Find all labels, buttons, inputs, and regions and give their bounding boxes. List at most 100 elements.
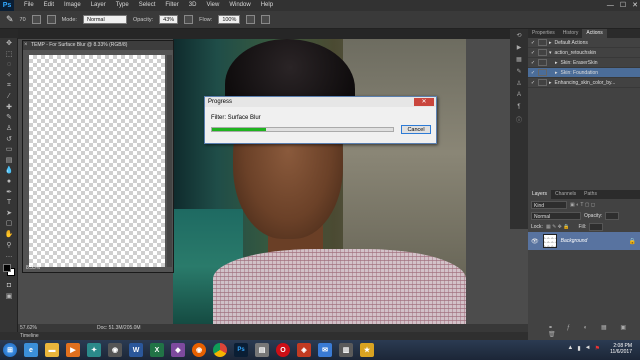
mode-select[interactable]: Normal [82,15,127,24]
app-icon[interactable]: ✉ [318,343,332,357]
maximize-button[interactable]: ☐ [620,0,626,11]
color-swatch-icon[interactable] [0,260,18,280]
action-foundation[interactable]: ✓ ▸ Skin: Foundation [528,68,640,78]
timeline-panel-tab[interactable]: Timeline [0,332,528,340]
marquee-tool-icon[interactable]: ⬚ [0,49,18,60]
actions-icon[interactable]: ▶ [510,41,528,53]
opacity-field[interactable]: 43% [159,15,179,24]
tab-actions[interactable]: Actions [582,29,607,38]
gradient-tool-icon[interactable]: ▤ [0,155,18,166]
ie-icon[interactable]: e [24,343,38,357]
action-set-enhancing[interactable]: ✓ ▸ Enhancing_skin_color_by... [528,78,640,88]
brush-tool-icon[interactable]: ✎ [0,112,18,123]
pressure-size-icon[interactable] [261,15,271,24]
menu-edit[interactable]: Edit [39,0,59,11]
layer-opacity-field[interactable] [605,211,620,220]
dialog-toggle-icon[interactable] [538,79,547,86]
menu-filter[interactable]: Filter [160,0,183,11]
visibility-eye-icon[interactable]: 👁 [531,238,539,245]
more-tools-icon[interactable]: … [0,250,18,261]
checkmark-icon[interactable]: ✓ [528,80,538,86]
app-icon[interactable]: ★ [360,343,374,357]
collapse-icon[interactable]: ▸ [555,70,558,76]
flag-icon[interactable]: ⚑ [595,345,600,352]
quick-select-tool-icon[interactable]: ✧ [0,70,18,81]
app-icon[interactable]: ✦ [87,343,101,357]
app-icon[interactable]: ▤ [255,343,269,357]
lock-icons[interactable]: ▦ ✎ ✥ 🔒 [546,224,570,230]
menu-view[interactable]: View [201,0,224,11]
menu-type[interactable]: Type [111,0,134,11]
info-icon[interactable]: ⓘ [510,113,528,125]
checkmark-icon[interactable]: ✓ [528,60,538,66]
history-brush-icon[interactable]: ↺ [0,133,18,144]
start-button-icon[interactable]: ⊞ [3,343,17,357]
shape-tool-icon[interactable]: ▢ [0,218,18,229]
airbrush-icon[interactable] [246,15,256,24]
word-icon[interactable]: W [129,343,143,357]
menu-3d[interactable]: 3D [184,0,202,11]
collapse-icon[interactable]: ▸ [555,60,558,66]
healing-tool-icon[interactable]: ✚ [0,102,18,113]
menu-window[interactable]: Window [224,0,255,11]
close-icon[interactable]: × [24,41,28,50]
type-tool-icon[interactable]: T [0,197,18,208]
chrome-icon[interactable] [213,343,227,357]
dodge-tool-icon[interactable]: ● [0,176,18,187]
pressure-opacity-icon[interactable] [184,15,194,24]
character-icon[interactable]: A [510,89,528,101]
floating-document-window[interactable]: × TEMP - For Surface Blur @ 8.33% (RGB/8… [22,40,174,273]
checkmark-icon[interactable]: ✓ [528,50,538,56]
quick-mask-icon[interactable]: ◘ [0,280,18,291]
tab-layers[interactable]: Layers [528,190,552,199]
eraser-tool-icon[interactable]: ▭ [0,144,18,155]
lasso-tool-icon[interactable]: ◌ [0,59,18,70]
vertical-scrollbar[interactable] [167,55,172,267]
photoshop-icon[interactable]: Ps [234,343,248,357]
expand-icon[interactable]: ▾ [549,50,552,56]
minimize-button[interactable]: — [607,0,614,11]
action-set-retouchskin[interactable]: ✓ ▾ action_retouchskin [528,48,640,58]
folder-icon[interactable]: ▬ [45,343,59,357]
brush-preset-icon[interactable] [46,15,56,24]
menu-file[interactable]: File [19,0,39,11]
media-player-icon[interactable]: ▶ [66,343,80,357]
opera-icon[interactable]: O [276,343,290,357]
app-icon[interactable]: ◈ [297,343,311,357]
menu-layer[interactable]: Layer [86,0,111,11]
action-eraserskin[interactable]: ✓ ▸ Skin: EraserSkin [528,58,640,68]
tab-channels[interactable]: Channels [551,190,580,199]
clock[interactable]: 2:08 PM 11/6/2017 [610,343,632,355]
brush-panel-icon[interactable] [31,15,41,24]
zoom-readout[interactable]: 57.62% [20,325,37,331]
eyedropper-tool-icon[interactable]: ⁄ [0,91,18,102]
blend-mode-select[interactable]: Normal [531,211,581,220]
dialog-toggle-icon[interactable] [538,69,547,76]
transparent-canvas[interactable] [29,55,165,267]
menu-image[interactable]: Image [59,0,86,11]
flow-field[interactable]: 100% [218,15,241,24]
screen-mode-icon[interactable]: ▣ [0,291,18,302]
layer-name[interactable]: Background [561,238,588,244]
history-icon[interactable]: ⟲ [510,29,528,41]
network-icon[interactable]: ▮ [577,345,580,352]
filter-icons[interactable]: ▣ ◐ T ▢ ◻ [570,202,595,208]
app-icon[interactable]: ◆ [171,343,185,357]
dialog-toggle-icon[interactable] [538,49,547,56]
path-select-icon[interactable]: ➤ [0,208,18,219]
dialog-toggle-icon[interactable] [538,39,547,46]
zoom-tool-icon[interactable]: ⚲ [0,239,18,250]
brush-panel-icon[interactable]: ✎ [510,65,528,77]
clone-stamp-icon[interactable]: ♙ [0,123,18,134]
checkmark-icon[interactable]: ✓ [528,40,538,46]
hand-tool-icon[interactable]: ✋ [0,229,18,240]
tab-properties[interactable]: Properties [528,29,559,38]
app-icon[interactable]: ◉ [108,343,122,357]
tab-history[interactable]: History [559,29,583,38]
brush-size[interactable]: 70 [20,17,26,23]
app-icon[interactable]: ▥ [339,343,353,357]
paragraph-icon[interactable]: ¶ [510,101,528,113]
cancel-button[interactable]: Cancel [401,125,431,134]
dialog-toggle-icon[interactable] [538,59,547,66]
move-tool-icon[interactable]: ✥ [0,38,18,49]
